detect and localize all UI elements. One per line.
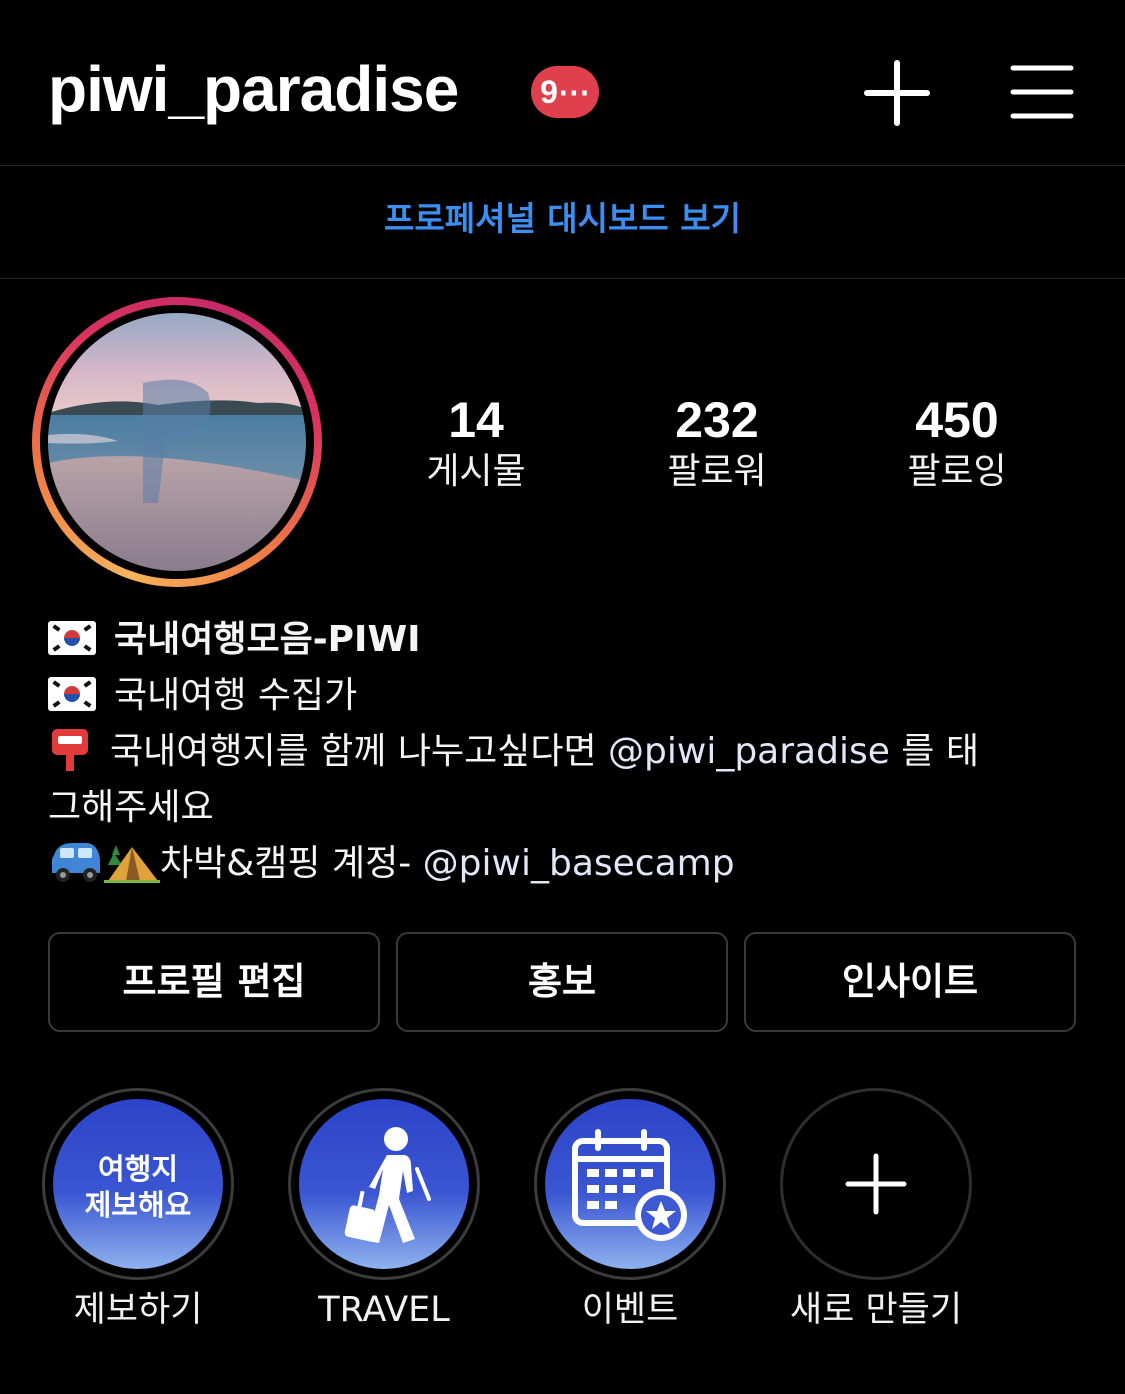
followers-stat[interactable]: 232 팔로워 bbox=[617, 392, 817, 496]
highlight-cover-line-2: 제보해요 bbox=[84, 1188, 192, 1222]
highlight-report[interactable]: 여행지 제보해요 bbox=[42, 1088, 234, 1280]
followers-label: 팔로워 bbox=[667, 451, 767, 492]
following-count: 450 bbox=[915, 392, 999, 448]
highlight-cover: 여행지 제보해요 bbox=[53, 1099, 223, 1269]
edit-profile-button[interactable]: 프로필 편집 bbox=[48, 932, 380, 1032]
bio-line-share-tail: 를 태 bbox=[889, 731, 979, 772]
posts-count: 14 bbox=[448, 392, 504, 448]
profile-bio: 국내여행모음-PIWI 국내여행 수집가 국내여행지를 함께 나누고싶다면 @p… bbox=[48, 612, 1088, 900]
highlight-travel[interactable] bbox=[288, 1088, 480, 1280]
highlight-label-event: 이벤트 bbox=[581, 1290, 679, 1330]
promote-button[interactable]: 홍보 bbox=[396, 932, 728, 1032]
car-icon bbox=[48, 839, 104, 900]
highlight-event[interactable] bbox=[534, 1088, 726, 1280]
hamburger-menu-icon bbox=[1010, 65, 1074, 119]
posts-stat[interactable]: 14 게시물 bbox=[376, 392, 576, 496]
profile-avatar[interactable] bbox=[32, 297, 322, 587]
highlight-cover-line-1: 여행지 bbox=[97, 1152, 179, 1186]
highlight-label-travel: TRAVEL bbox=[318, 1290, 450, 1330]
avatar-photo bbox=[48, 313, 306, 571]
bio-line-tag: 그해주세요 bbox=[48, 787, 214, 828]
highlight-cover bbox=[299, 1099, 469, 1269]
new-highlight-button[interactable] bbox=[780, 1088, 972, 1280]
highlight-label-new: 새로 만들기 bbox=[789, 1290, 963, 1330]
highlight-cover bbox=[545, 1099, 715, 1269]
insights-button[interactable]: 인사이트 bbox=[744, 932, 1076, 1032]
notification-badge[interactable]: 9⋯ bbox=[531, 66, 599, 118]
account-username[interactable]: piwi_paradise bbox=[48, 52, 459, 126]
walking-traveler-icon bbox=[344, 1127, 431, 1243]
calendar-star-icon bbox=[572, 1129, 687, 1241]
bio-line-camping: 차박&캠핑 계정- bbox=[160, 843, 423, 884]
plus-icon bbox=[864, 60, 930, 126]
mailbox-icon bbox=[48, 727, 92, 771]
create-button[interactable] bbox=[862, 58, 932, 128]
highlight-label-report: 제보하기 bbox=[73, 1290, 203, 1330]
top-bar: piwi_paradise 9⋯ bbox=[0, 0, 1125, 166]
korea-flag-icon bbox=[48, 677, 96, 711]
following-label: 팔로잉 bbox=[907, 451, 1007, 492]
bio-line-share: 국내여행지를 함께 나누고싶다면 bbox=[110, 731, 609, 772]
followers-count: 232 bbox=[675, 392, 759, 448]
korea-flag-icon bbox=[48, 621, 96, 655]
plus-icon bbox=[845, 1153, 907, 1215]
following-stat[interactable]: 450 팔로잉 bbox=[857, 392, 1057, 496]
camping-tent-icon bbox=[104, 839, 160, 900]
menu-button[interactable] bbox=[1008, 58, 1078, 128]
highlight-cover-text: 여행지 제보해요 bbox=[53, 1151, 223, 1223]
professional-dashboard-link[interactable]: 프로페셔널 대시보드 보기 bbox=[0, 166, 1125, 279]
display-name: 국내여행모음-PIWI bbox=[114, 619, 421, 660]
mention-piwi-basecamp-link[interactable]: @piwi_basecamp bbox=[423, 843, 735, 884]
bio-line-collector: 국내여행 수집가 bbox=[114, 675, 358, 716]
mention-piwi-paradise-link[interactable]: @piwi_paradise bbox=[608, 731, 890, 772]
posts-label: 게시물 bbox=[426, 451, 526, 492]
